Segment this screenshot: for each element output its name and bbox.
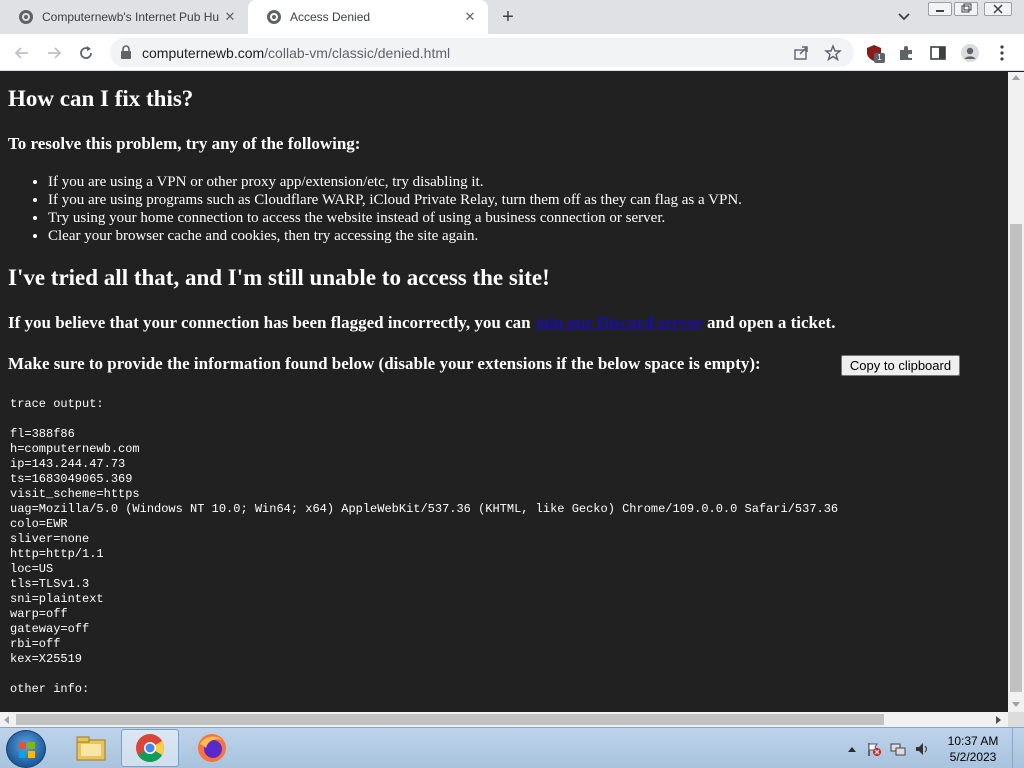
extension-shield-icon[interactable]: 1: [862, 41, 886, 65]
tips-list: If you are using a VPN or other proxy ap…: [48, 173, 742, 245]
address-bar[interactable]: computernewb.com/collab-vm/classic/denie…: [110, 38, 854, 67]
minimize-button[interactable]: [928, 2, 952, 16]
tray-expand-icon[interactable]: [844, 741, 860, 757]
vertical-scrollbar[interactable]: [1008, 72, 1024, 712]
show-desktop-button[interactable]: [1012, 728, 1024, 768]
trace-line: gateway=off: [10, 622, 90, 636]
firefox-icon[interactable]: [183, 729, 241, 767]
computernewb-favicon-icon: [266, 9, 282, 25]
horizontal-scroll-thumb[interactable]: [16, 714, 884, 725]
flagged-prefix: If you believe that your connection has …: [8, 313, 535, 332]
kebab-menu-icon[interactable]: [990, 41, 1014, 65]
back-arrow-icon[interactable]: [10, 41, 34, 65]
flagged-paragraph: If you believe that your connection has …: [8, 313, 835, 333]
url-text[interactable]: computernewb.com/collab-vm/classic/denie…: [142, 45, 450, 61]
chrome-icon[interactable]: [121, 729, 179, 767]
list-item: Clear your browser cache and cookies, th…: [48, 227, 742, 245]
trace-spacer: [10, 412, 838, 427]
tab-title: Access Denied: [290, 10, 371, 24]
trace-line: fl=388f86: [10, 427, 75, 441]
provide-info-heading: Make sure to provide the information fou…: [8, 354, 761, 373]
taskbar-clock[interactable]: 10:37 AM 5/2/2023: [940, 733, 1006, 765]
clock-date: 5/2/2023: [949, 750, 997, 764]
computernewb-favicon-icon: [18, 9, 34, 25]
lock-icon[interactable]: [120, 45, 132, 64]
trace-line: ts=1683049065.369: [10, 472, 133, 486]
windows-taskbar: 10:37 AM 5/2/2023: [0, 727, 1024, 768]
copy-to-clipboard-button[interactable]: Copy to clipboard: [841, 355, 960, 376]
tab-computernewb-pub[interactable]: Computernewb's Internet Pub Hu ✕: [0, 0, 248, 34]
trace-line: tls=TLSv1.3: [10, 577, 90, 591]
trace-line: kex=X25519: [10, 652, 83, 666]
new-tab-button[interactable]: +: [496, 6, 520, 28]
page-content: How can I fix this? To resolve this prob…: [0, 72, 1008, 712]
tab-strip: Computernewb's Internet Pub Hu ✕ Access …: [0, 0, 1024, 34]
trace-line: h=computernewb.com: [10, 442, 140, 456]
scroll-right-arrow-icon[interactable]: [996, 716, 1001, 724]
tab-title: Computernewb's Internet Pub Hu: [42, 10, 220, 24]
bookmark-star-icon[interactable]: [824, 44, 842, 62]
forward-arrow-icon[interactable]: [42, 41, 66, 65]
trace-line: sni=plaintext: [10, 592, 104, 606]
trace-output: trace output: fl=388f86 h=computernewb.com…: [10, 397, 838, 697]
trace-line: loc=US: [10, 562, 54, 576]
close-window-button[interactable]: [984, 2, 1012, 16]
extension-badge: 1: [874, 53, 885, 63]
chevron-down-icon[interactable]: [894, 8, 914, 26]
clock-time: 10:37 AM: [947, 734, 999, 748]
other-info-label: other info:: [10, 682, 90, 696]
reload-icon[interactable]: [74, 41, 98, 65]
trace-line: ip=143.244.47.73: [10, 457, 126, 471]
horizontal-scrollbar[interactable]: [0, 712, 1008, 727]
trace-line: warp=off: [10, 607, 68, 621]
heading-how-to-fix: How can I fix this?: [8, 86, 194, 111]
list-item: If you are using a VPN or other proxy ap…: [48, 173, 742, 191]
close-tab-icon[interactable]: ✕: [222, 9, 238, 25]
windows-explorer-icon[interactable]: [62, 729, 120, 767]
close-tab-icon[interactable]: ✕: [462, 9, 478, 25]
url-path: /collab-vm/classic/denied.html: [264, 45, 451, 61]
volume-icon[interactable]: [914, 741, 930, 757]
tab-access-denied[interactable]: Access Denied ✕: [248, 0, 488, 34]
scroll-up-arrow-icon[interactable]: [1012, 75, 1020, 80]
share-icon[interactable]: [792, 44, 810, 62]
subheading-resolve: To resolve this problem, try any of the …: [8, 134, 361, 153]
puzzle-extensions-icon[interactable]: [894, 41, 918, 65]
trace-line: rbi=off: [10, 637, 61, 651]
trace-label: trace output:: [10, 397, 104, 411]
heading-still-unable: I've tried all that, and I'm still unabl…: [8, 265, 550, 290]
trace-line: uag=Mozilla/5.0 (Windows NT 10.0; Win64;…: [10, 502, 839, 516]
browser-toolbar: computernewb.com/collab-vm/classic/denie…: [0, 34, 1024, 71]
profile-avatar-icon[interactable]: [958, 41, 982, 65]
discord-link[interactable]: join our Discord server: [535, 313, 703, 332]
trace-line: sliver=none: [10, 532, 90, 546]
url-host: computernewb.com: [142, 45, 265, 61]
trace-line: http=http/1.1: [10, 547, 104, 561]
action-center-flag-icon[interactable]: [866, 741, 882, 757]
side-panel-icon[interactable]: [926, 41, 950, 65]
flagged-suffix: and open a ticket.: [702, 313, 836, 332]
list-item: If you are using programs such as Cloudf…: [48, 191, 742, 209]
list-item: Try using your home connection to access…: [48, 209, 742, 227]
network-icon[interactable]: [890, 741, 906, 757]
scroll-left-arrow-icon[interactable]: [4, 716, 9, 724]
vertical-scroll-thumb[interactable]: [1010, 224, 1022, 692]
trace-line: colo=EWR: [10, 517, 68, 531]
scroll-down-arrow-icon[interactable]: [1012, 702, 1020, 707]
trace-line: visit_scheme=https: [10, 487, 140, 501]
start-button[interactable]: [6, 730, 46, 768]
trace-spacer: [10, 667, 838, 682]
restore-button[interactable]: [954, 2, 978, 16]
scrollbar-corner: [1008, 712, 1024, 727]
